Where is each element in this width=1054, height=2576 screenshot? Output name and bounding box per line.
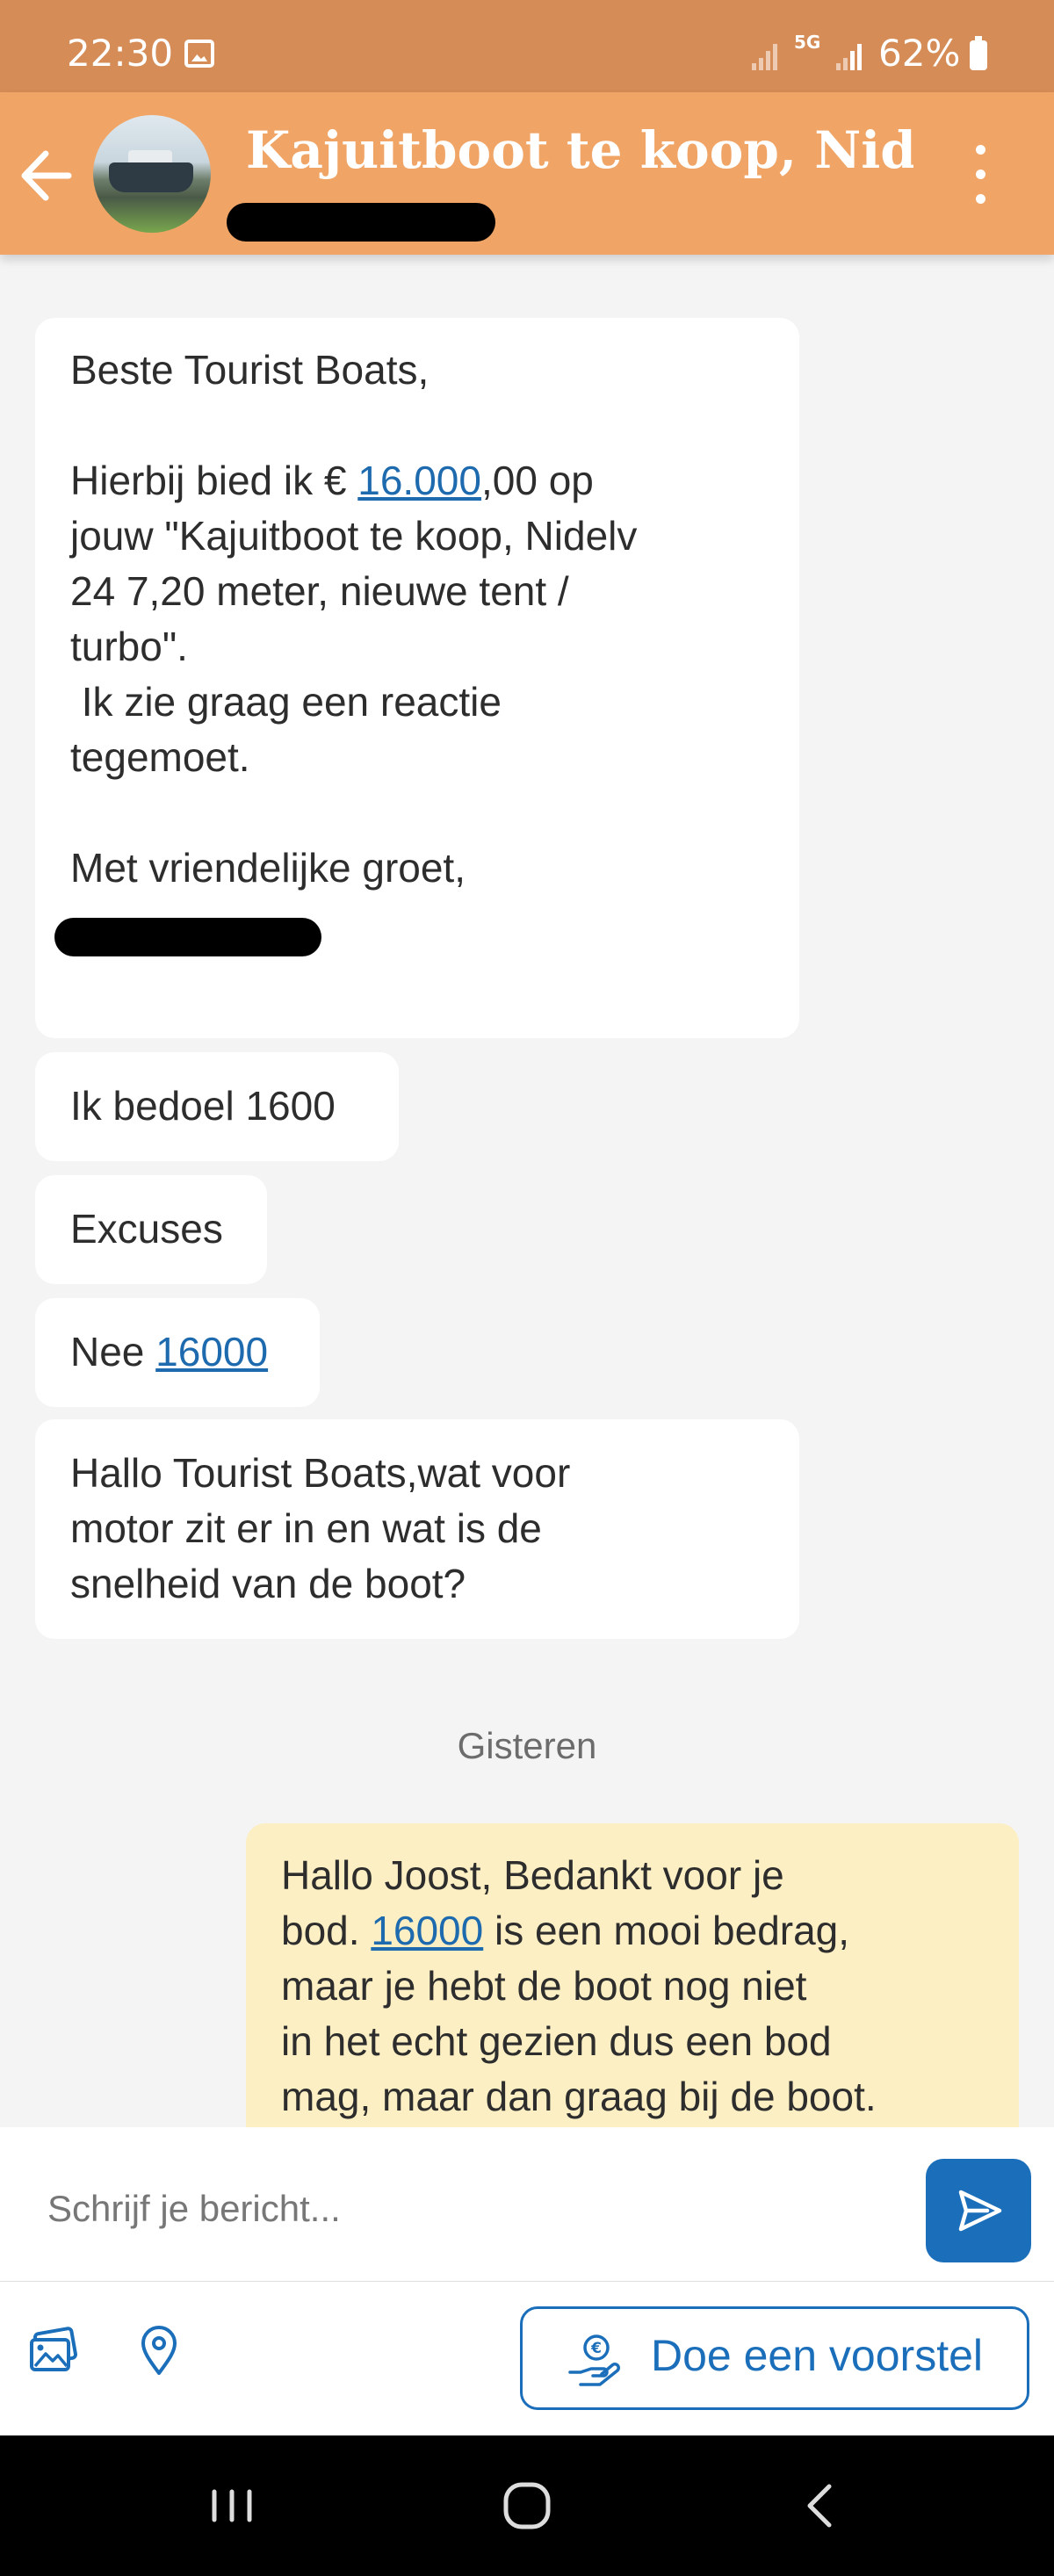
make-offer-label: Doe een voorstel	[651, 2331, 984, 2380]
message-line: Met vriendelijke groet,	[70, 845, 466, 891]
svg-text:€: €	[590, 2340, 602, 2357]
chat-toolbar: € Doe een voorstel	[0, 2282, 1054, 2435]
arrow-left-icon	[21, 150, 72, 201]
message-line: tegemoet.	[70, 734, 250, 780]
message-line: turbo".	[70, 624, 188, 669]
system-navigation-bar	[0, 2435, 1054, 2576]
message-line: motor zit er in en wat is de	[70, 1505, 542, 1551]
message-text: Excuses	[70, 1206, 223, 1252]
message-input[interactable]	[46, 2182, 892, 2236]
message-line: Beste Tourist Boats,	[70, 347, 430, 393]
redacted-subtitle	[227, 203, 495, 242]
send-icon	[958, 2190, 1002, 2232]
signal-strength-icon	[752, 39, 782, 70]
chat-header: Kajuitboot te koop, Nid...	[0, 92, 1054, 255]
message-line: Hallo Tourist Boats,wat voor	[70, 1450, 571, 1496]
status-bar: 22:30 5G 62%	[0, 0, 1054, 92]
network-type: 5G	[794, 32, 821, 53]
status-time: 22:30	[67, 32, 174, 75]
message-line: Hierbij bied ik € 16.000,00 op	[70, 458, 594, 503]
redacted-signature	[54, 917, 321, 956]
amount-link[interactable]: 16000	[155, 1329, 268, 1375]
listing-avatar[interactable]	[93, 115, 211, 233]
signal-strength-icon-2	[836, 39, 866, 70]
message-bubble: Excuses	[35, 1175, 267, 1284]
home-button[interactable]	[492, 2471, 562, 2541]
send-button[interactable]	[926, 2159, 1031, 2262]
message-bubble: Hallo Tourist Boats,wat voor motor zit e…	[35, 1419, 799, 1639]
message-bubble: Beste Tourist Boats, Hierbij bied ik € 1…	[35, 318, 799, 1038]
message-line: jouw "Kajuitboot te koop, Nidelv	[70, 513, 638, 559]
location-button[interactable]	[128, 2319, 190, 2380]
back-button[interactable]	[18, 136, 79, 215]
euro-hand-icon: €	[568, 2334, 620, 2386]
more-menu-button[interactable]	[963, 141, 998, 212]
date-separator: Gisteren	[457, 1725, 597, 1766]
chat-title[interactable]: Kajuitboot te koop, Nid...	[246, 120, 913, 180]
image-notification-icon	[184, 40, 214, 68]
message-composer	[0, 2127, 1054, 2283]
amount-link[interactable]: 16.000	[357, 458, 481, 503]
recent-apps-button[interactable]	[197, 2471, 267, 2541]
image-gallery-icon	[30, 2327, 77, 2371]
amount-link[interactable]: 16000	[371, 1908, 483, 1953]
make-offer-button[interactable]: € Doe een voorstel	[520, 2306, 1029, 2410]
back-chevron-icon	[807, 2484, 832, 2528]
gallery-button[interactable]	[23, 2319, 84, 2380]
message-line: Ik zie graag een reactie	[70, 679, 502, 725]
message-line: maar je hebt de boot nog niet	[281, 1963, 807, 2009]
message-line: bod. 16000 is een mooi bedrag,	[281, 1908, 850, 1953]
battery-level: 62%	[878, 32, 961, 75]
message-line: snelheid van de boot?	[70, 1561, 466, 1606]
location-pin-icon	[141, 2326, 177, 2375]
battery-icon	[970, 36, 987, 70]
message-line: in het echt gezien dus een bod	[281, 2018, 832, 2064]
message-line: 24 7,20 meter, nieuwe tent /	[70, 568, 569, 614]
message-bubble: Ik bedoel 1600	[35, 1052, 399, 1161]
home-icon	[503, 2482, 551, 2529]
message-bubble: Nee 16000	[35, 1298, 320, 1407]
recent-apps-icon	[212, 2489, 252, 2522]
message-text: Nee 16000	[70, 1329, 269, 1375]
message-line: Hallo Joost, Bedankt voor je	[281, 1852, 784, 1898]
message-text: Ik bedoel 1600	[70, 1083, 336, 1129]
back-nav-button[interactable]	[787, 2471, 857, 2541]
message-line: mag, maar dan graag bij de boot.	[281, 2074, 877, 2119]
